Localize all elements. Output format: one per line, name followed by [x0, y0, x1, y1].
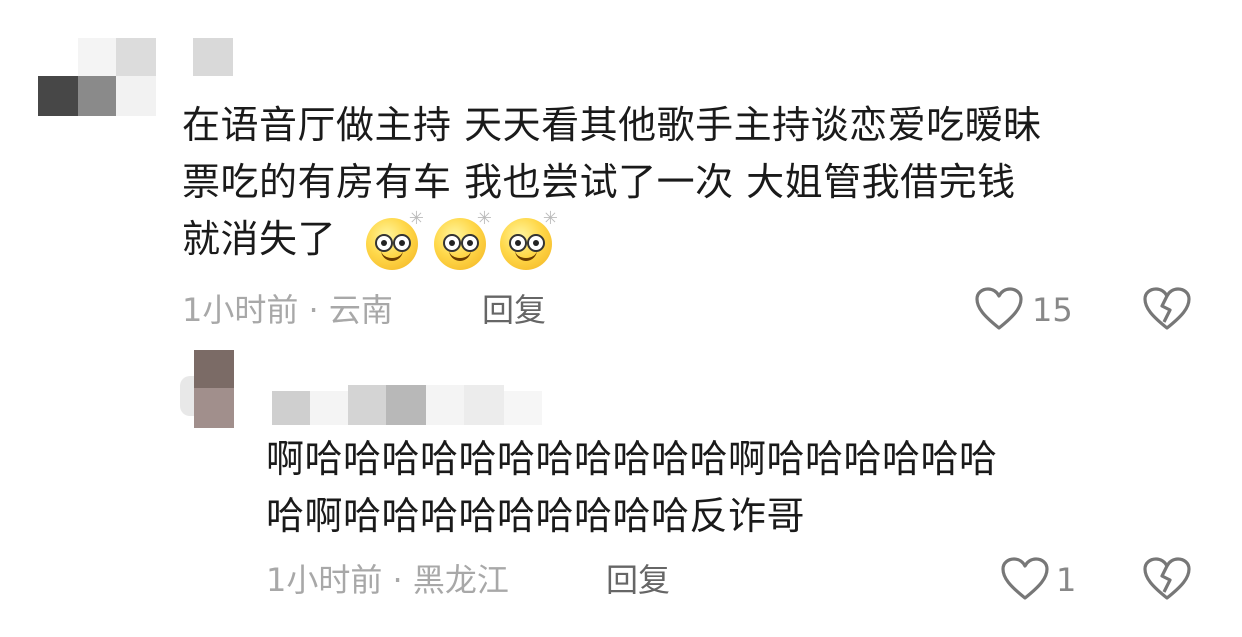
- like-button[interactable]: 1: [1000, 554, 1080, 606]
- dislike-button[interactable]: [1142, 556, 1192, 602]
- reply-button[interactable]: 回复: [606, 560, 670, 600]
- comment-text-line: 票吃的有房有车 我也尝试了一次 大姐管我借完钱: [182, 160, 1016, 204]
- like-count: 1: [1056, 561, 1077, 599]
- like-count: 15: [1032, 291, 1073, 329]
- broken-heart-icon: [1143, 287, 1191, 330]
- comment-text-line: 在语音厅做主持 天天看其他歌手主持谈恋爱吃暧昧: [182, 103, 1042, 147]
- heart-icon: [975, 287, 1023, 330]
- dislike-button[interactable]: [1142, 286, 1192, 332]
- comment-time-location: 1小时前 · 黑龙江: [266, 561, 509, 599]
- comment-text-line: 啊哈哈哈哈哈哈哈哈哈哈哈啊哈哈哈哈哈哈: [266, 437, 998, 481]
- dizzy-face-emoji: ✳: [500, 208, 558, 270]
- comment-time-location: 1小时前 · 云南: [182, 291, 393, 329]
- dizzy-face-emoji: ✳: [366, 208, 424, 270]
- username[interactable]: [272, 385, 542, 425]
- dizzy-face-emoji: ✳: [434, 208, 492, 270]
- username[interactable]: [193, 38, 233, 76]
- reply-button[interactable]: 回复: [482, 290, 546, 330]
- comment-text-line: 哈啊哈哈哈哈哈哈哈哈哈反诈哥: [266, 494, 806, 538]
- avatar[interactable]: [38, 38, 156, 118]
- broken-heart-icon: [1143, 557, 1191, 600]
- avatar[interactable]: [180, 350, 234, 428]
- comment-text-line: 就消失了: [182, 217, 337, 261]
- heart-icon: [1001, 557, 1049, 600]
- like-button[interactable]: 15: [974, 284, 1074, 336]
